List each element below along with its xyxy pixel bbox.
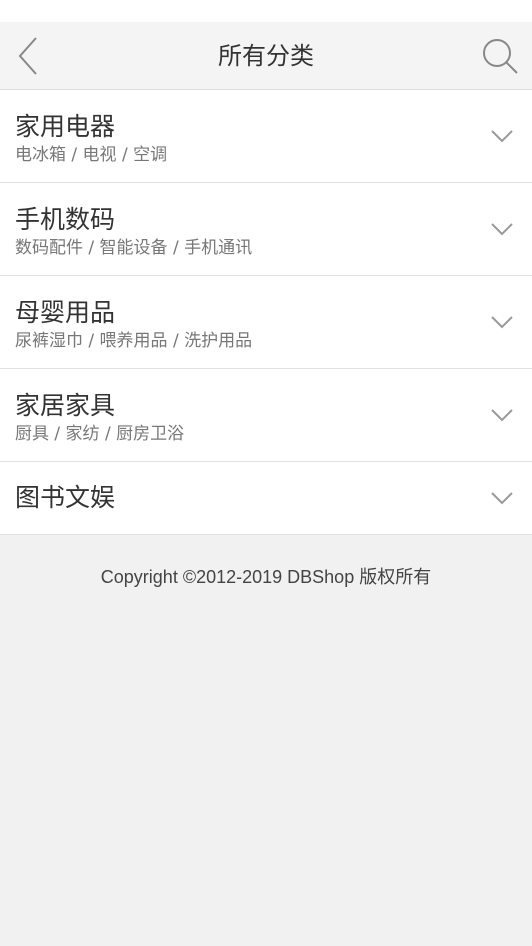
status-bar [0,0,532,22]
category-subtitle: 数码配件 / 智能设备 / 手机通讯 [15,238,253,258]
category-list: 家用电器 电冰箱 / 电视 / 空调 手机数码 数码配件 / 智能设备 / 手机… [0,90,532,535]
category-subtitle: 电冰箱 / 电视 / 空调 [15,145,168,165]
search-icon [483,39,518,74]
category-item-furniture[interactable]: 家居家具 厨具 / 家纺 / 厨房卫浴 [0,369,532,462]
chevron-down-icon [491,409,513,422]
page-title: 所有分类 [218,42,314,70]
chevron-down-icon [491,130,513,143]
category-subtitle: 尿裤湿巾 / 喂养用品 / 洗护用品 [15,331,253,351]
category-name: 家居家具 [15,391,116,420]
chevron-down-icon [491,316,513,329]
category-name: 手机数码 [15,205,116,234]
top-header: 所有分类 [0,22,532,90]
search-button[interactable] [480,36,520,76]
category-item-books[interactable]: 图书文娱 [0,462,532,535]
copyright-text: Copyright ©2012-2019 DBShop 版权所有 [100,567,432,587]
category-name: 图书文娱 [15,483,116,512]
category-subtitle: 厨具 / 家纺 / 厨房卫浴 [15,424,185,444]
category-name: 家用电器 [15,112,116,141]
category-name: 母婴用品 [15,298,116,327]
category-item-baby[interactable]: 母婴用品 尿裤湿巾 / 喂养用品 / 洗护用品 [0,276,532,369]
category-item-digital[interactable]: 手机数码 数码配件 / 智能设备 / 手机通讯 [0,183,532,276]
chevron-down-icon [491,492,513,505]
chevron-down-icon [491,223,513,236]
category-item-appliances[interactable]: 家用电器 电冰箱 / 电视 / 空调 [0,90,532,183]
